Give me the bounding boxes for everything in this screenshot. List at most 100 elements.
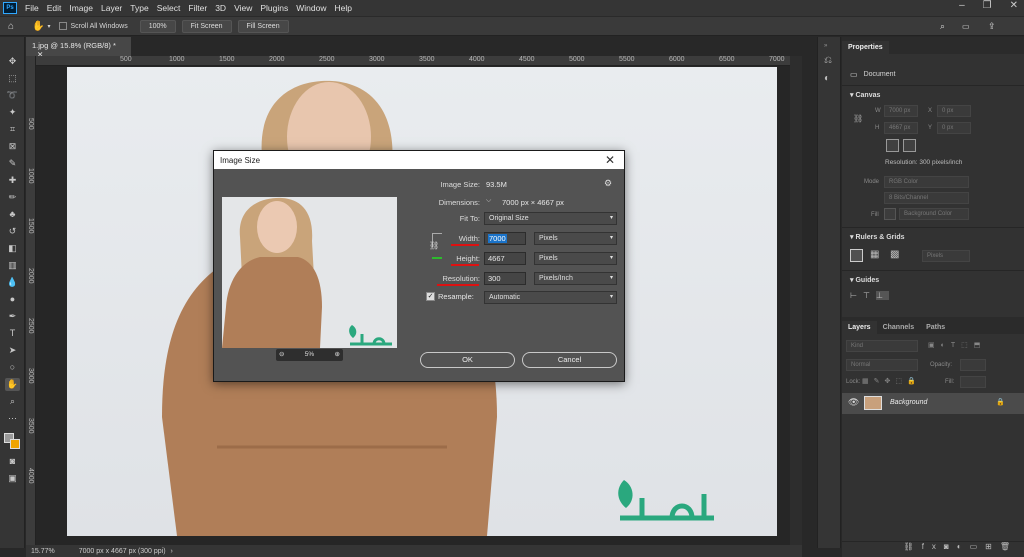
history-panel-icon[interactable]: ⎌ [824,55,832,66]
workspace-icon[interactable]: ▭ [962,22,970,31]
dialog-close-icon[interactable]: ✕ [605,153,615,167]
resolution-input[interactable]: 300 [484,272,526,285]
menu-filter[interactable]: Filter [184,3,211,13]
tab-channels[interactable]: Channels [877,321,921,334]
zoom-out-icon[interactable]: ⊖ [279,349,284,361]
tab-layers[interactable]: Layers [842,321,877,334]
menu-type[interactable]: Type [126,3,152,13]
canvas-height-field[interactable]: 4667 px [884,122,918,134]
mode-select[interactable]: RGB Color [884,176,969,188]
pixel-grid-icon[interactable]: ▩ [890,249,899,260]
menu-image[interactable]: Image [65,3,97,13]
crop-tool-icon[interactable]: ⌗ [5,123,20,136]
vertical-scrollbar[interactable] [790,56,802,548]
menu-select[interactable]: Select [153,3,185,13]
tab-properties[interactable]: Properties [842,41,889,54]
path-selection-tool-icon[interactable]: ➤ [5,344,20,357]
type-tool-icon[interactable]: T [5,327,20,340]
settings-gear-icon[interactable]: ⚙ [604,178,612,189]
gradient-tool-icon[interactable]: ▥ [5,259,20,272]
status-chevron-icon[interactable]: › [171,548,173,555]
magic-wand-tool-icon[interactable]: ✦ [5,106,20,119]
menu-edit[interactable]: Edit [43,3,66,13]
pen-tool-icon[interactable]: ✒ [5,310,20,323]
menu-plugins[interactable]: Plugins [256,3,292,13]
lock-icons[interactable]: ▦✎✥⬚🔒 [862,377,921,385]
dimensions-chevron-icon[interactable]: ⌵ [486,197,491,205]
dodge-tool-icon[interactable]: ● [5,293,20,306]
share-icon[interactable]: ⇪ [988,21,996,32]
width-input[interactable]: 7000 [484,232,526,245]
blur-tool-icon[interactable]: 💧 [5,276,20,289]
search-icon[interactable]: ⌕ [940,21,945,32]
collapse-icon[interactable]: » [824,43,827,49]
layer-row[interactable]: 👁 Background 🔒 [842,393,1024,414]
height-unit-select[interactable]: Pixels ▾ [534,252,617,265]
healing-brush-tool-icon[interactable]: ✚ [5,174,20,187]
eraser-tool-icon[interactable]: ◧ [5,242,20,255]
menu-3d[interactable]: 3D [211,3,230,13]
background-color-swatch[interactable] [10,439,20,449]
more-tools-icon[interactable]: ⋯ [5,412,20,425]
cancel-button[interactable]: Cancel [522,352,617,368]
minimize-icon[interactable]: – [959,0,965,11]
opacity-field[interactable] [960,359,986,371]
ellipse-tool-icon[interactable]: ○ [5,361,20,374]
guide-layout-icon[interactable]: ⊥ [875,291,889,300]
resample-select[interactable]: Automatic ▾ [484,291,617,304]
home-icon[interactable]: ⌂ [8,21,14,32]
canvas-x-field[interactable]: 0 px [937,105,971,117]
zoom-tool-icon[interactable]: ⌕ [5,395,20,408]
menu-window[interactable]: Window [292,3,330,13]
fill-opacity-field[interactable] [960,376,986,388]
zoom-in-icon[interactable]: ⊕ [335,349,340,361]
blend-mode-select[interactable]: Normal [846,359,918,371]
lasso-tool-icon[interactable]: ➰ [5,89,20,102]
width-unit-select[interactable]: Pixels ▾ [534,232,617,245]
restore-icon[interactable]: ❐ [983,0,992,11]
height-input[interactable]: 4667 [484,252,526,265]
canvas-width-field[interactable]: 7000 px [884,105,918,117]
visibility-eye-icon[interactable]: 👁 [848,397,859,408]
tab-paths[interactable]: Paths [920,321,951,334]
layer-name[interactable]: Background [890,399,927,406]
screen-mode-icon[interactable]: ▣ [5,472,20,485]
layer-filter-kind[interactable]: Kind [846,340,918,352]
fill-swatch[interactable] [884,208,896,220]
zoom-100-button[interactable]: 100% [139,19,176,33]
stamp-tool-icon[interactable]: ♣ [5,208,20,221]
hand-tool-icon[interactable]: ✋ [5,378,20,391]
move-tool-icon[interactable]: ✥ [5,55,20,68]
bits-select[interactable]: 8 Bits/Channel [884,192,969,204]
orientation-landscape-icon[interactable] [903,139,916,152]
guide-horizontal-icon[interactable]: ⊢ [850,291,863,300]
close-icon[interactable]: ✕ [1010,0,1018,11]
ruler-units-select[interactable]: Pixels [922,250,970,262]
link-icon[interactable]: ⛓ [853,114,863,123]
menu-file[interactable]: File [21,3,43,13]
grid-toggle-icon[interactable]: ▦ [870,249,879,260]
fit-to-select[interactable]: Original Size ▾ [484,212,617,225]
layers-footer-icons[interactable]: ⛓fx◙◐▭⊞🗑 [842,541,1024,555]
guide-vertical-icon[interactable]: ⊤ [863,291,876,300]
adjustments-panel-icon[interactable]: ◐ [824,73,830,84]
resample-checkbox[interactable]: ✓ [426,292,435,301]
scroll-all-checkbox[interactable] [58,22,67,30]
image-preview[interactable] [222,197,397,348]
marquee-tool-icon[interactable]: ⬚ [5,72,20,85]
resolution-unit-select[interactable]: Pixels/Inch ▾ [534,272,617,285]
ok-button[interactable]: OK [420,352,515,368]
orientation-portrait-icon[interactable] [886,139,899,152]
menu-layer[interactable]: Layer [97,3,126,13]
tool-preset-chevron-icon[interactable]: ▾ [48,23,51,30]
menu-view[interactable]: View [230,3,256,13]
menu-help[interactable]: Help [330,3,355,13]
fill-select[interactable]: Background Color [899,208,969,220]
eyedropper-tool-icon[interactable]: ✎ [5,157,20,170]
history-brush-tool-icon[interactable]: ↺ [5,225,20,238]
fit-screen-button[interactable]: Fit Screen [181,19,232,33]
frame-tool-icon[interactable]: ⊠ [5,140,20,153]
zoom-level[interactable]: 15.77% [31,548,55,555]
ruler-toggle-icon[interactable] [850,249,863,262]
layer-filter-icons[interactable]: ▣◐T⬚⬒ [928,341,986,349]
